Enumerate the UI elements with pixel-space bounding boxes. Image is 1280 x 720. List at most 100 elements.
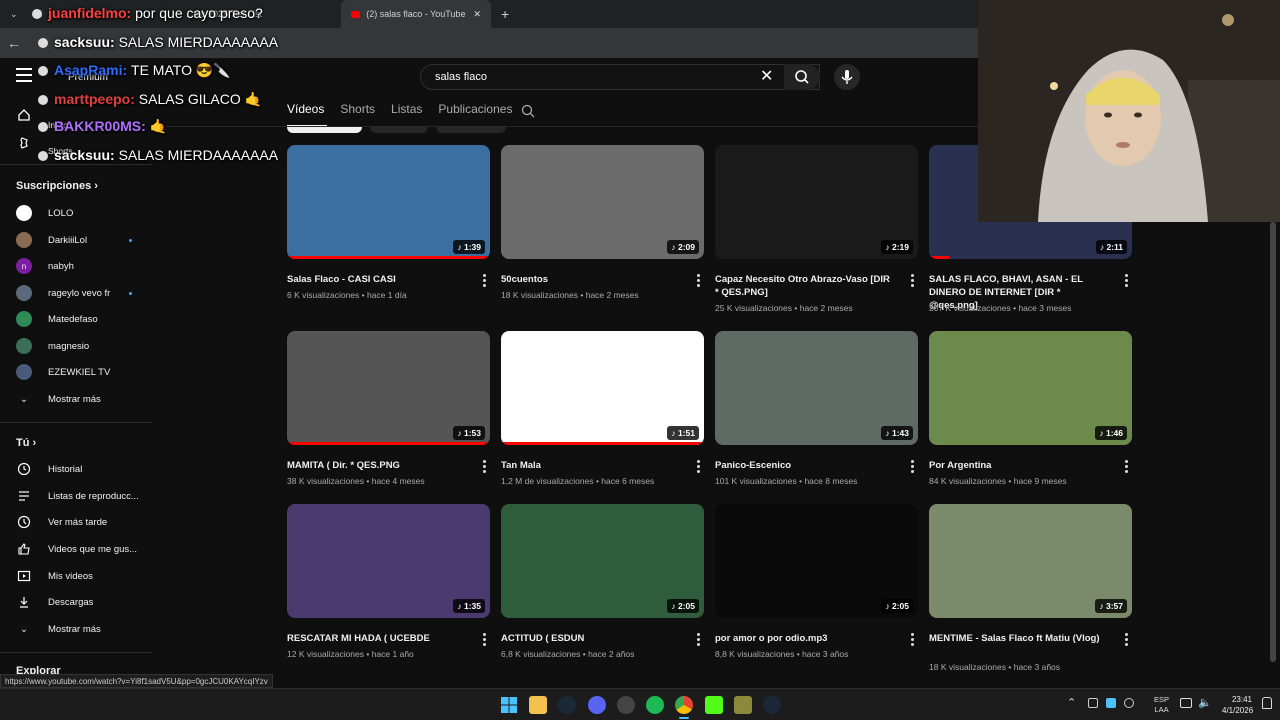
menu-icon[interactable] [16,68,32,82]
windows-start-icon[interactable] [500,696,518,714]
tab-list-button[interactable]: ⌄ [0,0,26,28]
language-indicator[interactable]: ESP LAA [1154,695,1169,715]
sort-chip-popular[interactable] [370,127,428,133]
chat-message: sacksuu: SALAS MIERDAAAAAAA [38,147,278,163]
more-options-icon[interactable] [483,274,487,289]
you-heading[interactable]: Tú › [16,437,36,449]
video-thumbnail[interactable]: ♪ 1:51 [501,331,704,445]
video-title[interactable]: RESCATAR MI HADA ( UCEBDE [287,632,467,645]
file-explorer-icon[interactable] [529,696,547,714]
sort-chip-oldest[interactable] [436,127,506,133]
sidebar-sub-rageylo[interactable]: rageylo vevo fr [16,284,110,302]
close-tab-icon[interactable]: ✕ [465,9,481,20]
discord-icon[interactable] [588,696,606,714]
page-scrollbar[interactable] [1270,222,1276,662]
video-title[interactable]: Por Argentina [929,459,1109,472]
chevron-down-icon: ⌄ [20,623,28,635]
more-options-icon[interactable] [911,633,915,648]
video-title[interactable]: MAMITA ( Dir. * QES.PNG [287,459,467,472]
video-thumbnail[interactable]: ♪ 2:09 [501,145,704,259]
video-title[interactable]: Capaz Necesito Otro Abrazo-Vaso [DIR * Q… [715,273,895,299]
show-more-you[interactable]: ⌄ Mostrar más [16,620,101,638]
sidebar-item-playlists[interactable]: Listas de reproducc... [16,487,139,505]
video-thumbnail[interactable]: ♪ 1:46 [929,331,1132,445]
sidebar-sub-magnesio[interactable]: magnesio [16,337,89,355]
tray-icon [1088,698,1098,708]
sidebar-sub-nabyh[interactable]: n nabyh [16,257,74,275]
video-thumbnail[interactable]: ♪ 1:43 [715,331,918,445]
clock[interactable]: 23:41 4/1/2026 [1222,694,1253,716]
tab-shorts[interactable]: Shorts [340,102,375,116]
video-title[interactable]: ACTITUD ( ESDUN [501,632,681,645]
clear-search-icon[interactable]: ✕ [760,66,773,86]
more-options-icon[interactable] [483,460,487,475]
sidebar-item-liked[interactable]: Videos que me gus... [16,540,137,558]
more-options-icon[interactable] [483,633,487,648]
sidebar-item-my-videos[interactable]: Mis videos [16,567,93,585]
chrome-icon[interactable] [675,696,693,714]
video-meta: 6 K visualizaciones • hace 1 día [287,290,407,300]
new-tab-button[interactable]: + [491,0,519,28]
video-thumbnail[interactable]: ♪ 2:05 [501,504,704,618]
avatar [16,285,32,301]
video-duration-badge: ♪ 2:19 [881,240,913,254]
sidebar-sub-ezewkiel[interactable]: EZEWKIEL TV [16,363,110,381]
video-duration-badge: ♪ 1:53 [453,426,485,440]
video-thumbnail[interactable]: ♪ 1:53 [287,331,490,445]
sort-chip-latest[interactable] [287,127,362,133]
video-title[interactable]: MENTIME - Salas Flaco ft Matiu (Vlog) [929,632,1109,645]
search-button[interactable] [784,64,820,90]
video-title[interactable]: Salas Flaco - CASI CASI [287,273,467,286]
more-options-icon[interactable] [911,274,915,289]
tab-videos[interactable]: Vídeos [287,102,324,116]
video-meta: 12 K visualizaciones • hace 1 año [287,649,414,659]
tray-chevron-icon[interactable]: ⌃ [1067,696,1076,709]
app-icon[interactable] [617,696,635,714]
network-icon[interactable] [1180,698,1192,708]
steam-icon-2[interactable] [763,696,781,714]
video-duration-badge: ♪ 2:09 [667,240,699,254]
volume-icon[interactable]: 🔈 [1198,696,1212,709]
more-options-icon[interactable] [697,633,701,648]
spotify-icon[interactable] [646,696,664,714]
kick-icon[interactable] [705,696,723,714]
video-thumbnail[interactable]: ♪ 2:05 [715,504,918,618]
tray-icons[interactable] [1088,698,1148,710]
more-options-icon[interactable] [1125,460,1129,475]
video-title[interactable]: 50cuentos [501,273,681,286]
sidebar-item-downloads[interactable]: Descargas [16,593,93,611]
show-more-subscriptions[interactable]: ⌄ Mostrar más [16,390,101,408]
channel-search-icon[interactable] [521,104,535,118]
back-arrow-icon[interactable]: ← [0,35,28,51]
sidebar-sub-darkiiilol[interactable]: DarkiiiLol [16,231,87,249]
more-options-icon[interactable] [911,460,915,475]
video-title[interactable]: por amor o por odio.mp3 [715,632,895,645]
video-thumbnail[interactable]: ♪ 1:35 [287,504,490,618]
chat-badge-icon [38,38,48,49]
video-thumbnail[interactable]: ♪ 3:57 [929,504,1132,618]
youtube-favicon-icon [351,10,361,18]
tray-icon [1124,698,1134,708]
sidebar-item-history[interactable]: Historial [16,460,82,478]
video-title[interactable]: Panico-Escenico [715,459,895,472]
video-thumbnail[interactable]: ♪ 1:39 [287,145,490,259]
tab-publicaciones[interactable]: Publicaciones [438,102,512,116]
sidebar-item-watch-later[interactable]: Ver más tarde [16,513,107,531]
subscriptions-heading[interactable]: Suscripciones › [16,180,98,192]
more-options-icon[interactable] [697,274,701,289]
more-options-icon[interactable] [1125,633,1129,648]
sidebar-sub-matedefaso[interactable]: Matedefaso [16,310,98,328]
tab-youtube[interactable]: (2) salas flaco - YouTube ✕ [341,0,491,28]
notifications-icon[interactable] [1262,697,1272,709]
video-title[interactable]: Tan Mala [501,459,681,472]
app-icon-2[interactable] [734,696,752,714]
tab-listas[interactable]: Listas [391,102,422,116]
steam-icon[interactable] [558,696,576,714]
sidebar-divider [0,652,152,653]
more-options-icon[interactable] [1125,274,1129,289]
video-thumbnail[interactable]: ♪ 2:19 [715,145,918,259]
sidebar-sub-lolo[interactable]: LOLO [16,204,73,222]
history-icon [16,461,32,477]
voice-search-button[interactable] [834,64,860,90]
more-options-icon[interactable] [697,460,701,475]
